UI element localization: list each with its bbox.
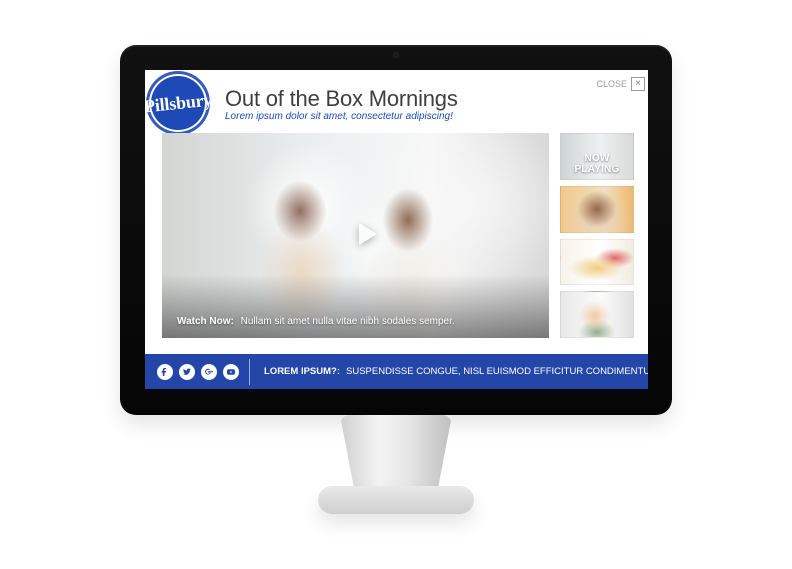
close-control[interactable]: CLOSE ×	[596, 77, 645, 91]
footer-bar: LOREM IPSUM?: SUSPENDISSE CONGUE, NISL E…	[145, 354, 648, 389]
footer-promo-text: SUSPENDISSE CONGUE, NISL EUISMOD EFFICIT…	[346, 366, 648, 377]
page-subtitle: Lorem ipsum dolor sit amet, consectetur …	[225, 111, 453, 122]
google-plus-button[interactable]	[201, 363, 217, 380]
brand-logo-text: Pillsbury	[145, 88, 213, 117]
thumbnail-2[interactable]	[560, 185, 634, 233]
twitter-button[interactable]	[179, 363, 195, 380]
thumbnail-3[interactable]	[560, 238, 634, 286]
monitor-stand-base	[318, 486, 474, 514]
video-caption: Watch Now: Nullam sit amet nulla vitae n…	[177, 316, 455, 327]
screen: Pillsbury Out of the Box Mornings Lorem …	[145, 70, 648, 389]
google-plus-icon	[205, 368, 213, 374]
footer-promo[interactable]: LOREM IPSUM?: SUSPENDISSE CONGUE, NISL E…	[264, 366, 648, 377]
mockup-stage: Pillsbury Out of the Box Mornings Lorem …	[0, 0, 792, 569]
thumbnail-1[interactable]: NOW PLAYING	[560, 133, 634, 180]
close-icon[interactable]: ×	[631, 77, 645, 91]
youtube-button[interactable]	[223, 363, 239, 380]
monitor-stand-neck	[340, 415, 452, 497]
facebook-button[interactable]	[157, 363, 173, 380]
main-video[interactable]: Watch Now: Nullam sit amet nulla vitae n…	[162, 133, 549, 338]
camera-dot	[393, 52, 399, 58]
social-links	[145, 354, 249, 389]
facebook-icon	[161, 367, 167, 376]
footer-promo-prefix: LOREM IPSUM?:	[264, 366, 340, 377]
footer-divider	[249, 358, 250, 385]
close-label[interactable]: CLOSE	[596, 79, 627, 89]
page-title: Out of the Box Mornings	[225, 86, 458, 111]
video-caption-text: Nullam sit amet nulla vitae nibh sodales…	[240, 316, 455, 327]
thumbnail-4[interactable]	[560, 291, 634, 338]
now-playing-label: NOW PLAYING	[574, 152, 620, 175]
brand-badge: Pillsbury	[145, 74, 213, 132]
twitter-icon	[183, 368, 191, 375]
thumbnail-list: NOW PLAYING	[560, 133, 634, 338]
play-icon[interactable]	[349, 217, 383, 251]
youtube-icon	[227, 368, 235, 375]
video-caption-lead: Watch Now:	[177, 316, 234, 327]
header: Pillsbury Out of the Box Mornings Lorem …	[145, 70, 648, 132]
close-glyph: ×	[635, 78, 641, 89]
